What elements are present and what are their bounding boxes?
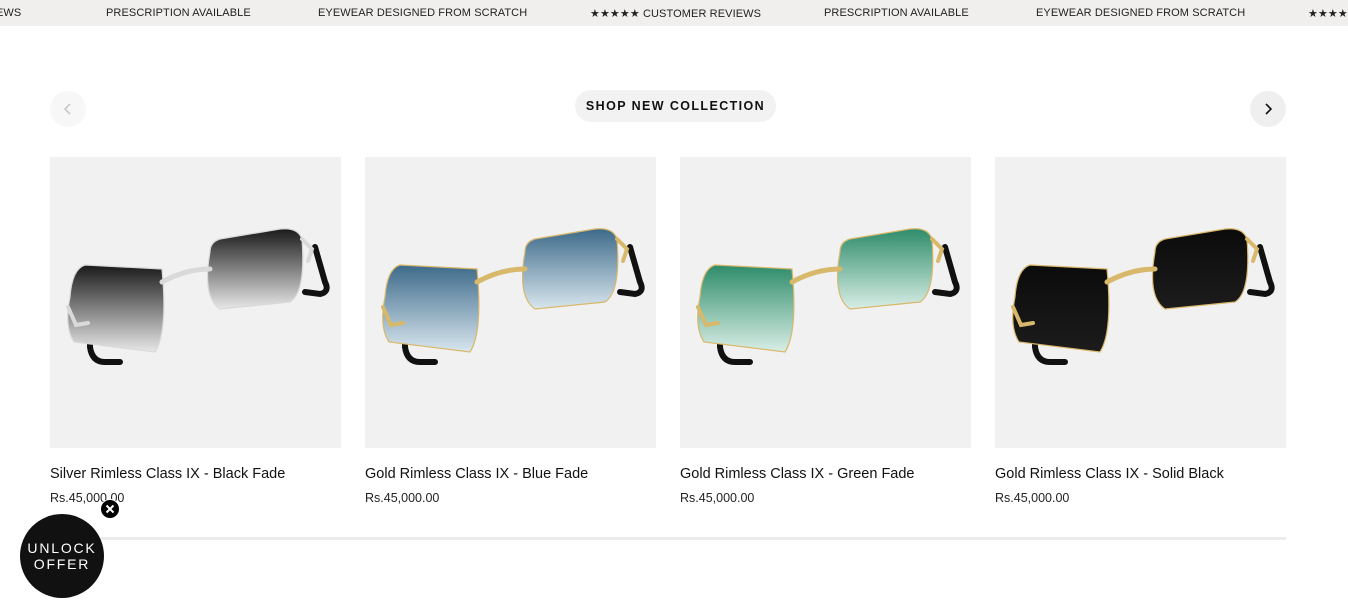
unlock-offer-button[interactable]: UNLOCK OFFER — [20, 514, 104, 598]
carousel-prev-button[interactable] — [50, 91, 86, 127]
chevron-right-icon — [1265, 103, 1273, 115]
product-card[interactable]: Silver Rimless Class IX - Black Fade Rs.4… — [50, 157, 341, 505]
product-image[interactable] — [50, 157, 341, 448]
product-title[interactable]: Gold Rimless Class IX - Solid Black — [995, 466, 1286, 482]
product-card[interactable]: Gold Rimless Class IX - Blue Fade Rs.45,0… — [365, 157, 656, 505]
unlock-offer-line2: OFFER — [33, 556, 91, 572]
shop-new-collection-button[interactable]: SHOP NEW COLLECTION — [575, 90, 776, 122]
announcement-marquee: EWS PRESCRIPTION AVAILABLE EYEWEAR DESIG… — [0, 0, 1348, 26]
product-card[interactable]: Gold Rimless Class IX - Solid Black Rs.45… — [995, 157, 1286, 505]
marquee-item: EWS — [0, 7, 22, 19]
carousel-next-button[interactable] — [1250, 91, 1286, 127]
product-card[interactable]: Gold Rimless Class IX - Green Fade Rs.45,… — [680, 157, 971, 505]
product-title[interactable]: Silver Rimless Class IX - Black Fade — [50, 466, 341, 482]
unlock-offer-close-button[interactable] — [100, 499, 120, 519]
product-title[interactable]: Gold Rimless Class IX - Blue Fade — [365, 466, 656, 482]
chevron-left-icon — [63, 103, 71, 115]
marquee-item: ★★★★★ — [1308, 8, 1348, 20]
product-image[interactable] — [995, 157, 1286, 448]
product-price: Rs.45,000.00 — [50, 491, 125, 505]
product-title[interactable]: Gold Rimless Class IX - Green Fade — [680, 466, 971, 482]
product-image[interactable] — [365, 157, 656, 448]
product-price: Rs.45,000.00 — [365, 491, 440, 505]
unlock-offer-line1: UNLOCK — [27, 540, 97, 556]
carousel-progress-track — [50, 537, 1286, 540]
marquee-item: EYEWEAR DESIGNED FROM SCRATCH — [318, 7, 528, 19]
product-price: Rs.45,000.00 — [995, 491, 1070, 505]
marquee-item: ★★★★★ CUSTOMER REVIEWS — [590, 8, 762, 20]
marquee-item: PRESCRIPTION AVAILABLE — [824, 7, 969, 19]
product-price: Rs.45,000.00 — [680, 491, 755, 505]
product-image[interactable] — [680, 157, 971, 448]
close-icon — [105, 504, 115, 514]
marquee-item: PRESCRIPTION AVAILABLE — [106, 7, 251, 19]
marquee-item: EYEWEAR DESIGNED FROM SCRATCH — [1036, 7, 1246, 19]
